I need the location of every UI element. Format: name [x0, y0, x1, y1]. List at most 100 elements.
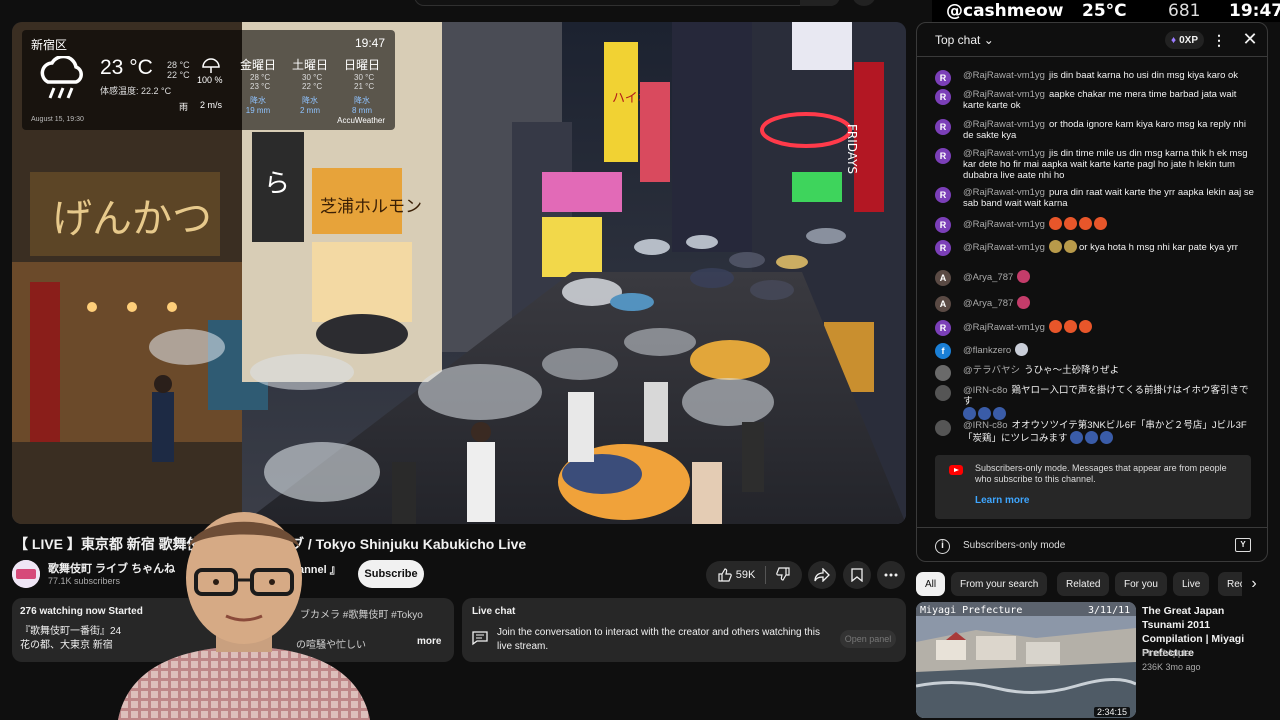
- chip-from-search[interactable]: From your search: [951, 572, 1048, 596]
- chat-author[interactable]: @RajRawat-vm1yg: [963, 148, 1045, 159]
- kiss-emoji-icon: [1017, 270, 1031, 283]
- close-chat-button[interactable]: ✕: [1241, 29, 1259, 49]
- share-button[interactable]: [808, 561, 836, 589]
- chat-author[interactable]: @RajRawat-vm1yg: [963, 219, 1045, 230]
- rain-cloud-emoji-icon: [1015, 343, 1029, 356]
- forecast-day-temps: 30 °C 21 °C: [354, 73, 388, 91]
- learn-more-link[interactable]: Learn more: [975, 495, 1029, 506]
- weather-high: 28 °C: [167, 60, 190, 70]
- chat-mode-label: Top chat: [935, 33, 981, 47]
- chat-avatar[interactable]: R: [935, 148, 951, 164]
- forecast-day-high: 28 °C: [250, 73, 271, 82]
- chat-message: A @Arya_787: [935, 270, 1255, 286]
- chat-avatar[interactable]: A: [935, 270, 951, 286]
- chat-author[interactable]: @flankzero: [963, 345, 1011, 356]
- chat-avatar[interactable]: A: [935, 296, 951, 312]
- chat-bubble-icon: [472, 631, 488, 646]
- umbrella-icon: [202, 58, 220, 73]
- thumbs-down-icon: [776, 566, 790, 581]
- chat-avatar[interactable]: R: [935, 119, 951, 135]
- emoji-toggle-icon[interactable]: Y: [1235, 538, 1251, 552]
- xp-value: 0XP: [1179, 34, 1199, 46]
- chat-avatar[interactable]: f: [935, 343, 951, 359]
- more-actions-button[interactable]: [877, 561, 905, 589]
- chat-author[interactable]: @RajRawat-vm1yg: [963, 322, 1045, 333]
- chat-avatar[interactable]: R: [935, 187, 951, 203]
- related-video-meta: 236K 3mo ago: [1142, 662, 1201, 672]
- related-video-duration: 2:34:15: [1094, 707, 1131, 717]
- chat-avatar[interactable]: R: [935, 217, 951, 233]
- detective-emoji-icon: [1063, 240, 1077, 253]
- thumbs-up-icon: [718, 568, 732, 582]
- forecast-day-name: 土曜日: [291, 58, 328, 72]
- chat-author[interactable]: @RajRawat-vm1yg: [963, 70, 1045, 81]
- forecast-day-high: 30 °C: [302, 73, 323, 82]
- related-video-channel[interactable]: Pined Apple: [1142, 648, 1190, 658]
- channel-avatar[interactable]: [12, 560, 40, 588]
- forecast-day-mm: 2 mm: [300, 106, 320, 115]
- weather-low: 22 °C: [167, 70, 190, 80]
- subscribers-only-label: Subscribers-only mode: [963, 540, 1066, 551]
- info-icon[interactable]: i: [935, 539, 950, 554]
- chat-author[interactable]: @IRN-c8o: [963, 420, 1008, 431]
- weather-brand: AccuWeather: [337, 116, 385, 125]
- chat-message: R @RajRawat-vm1yg or kya hota h msg nhi ka…: [935, 240, 1255, 256]
- live-chat-panel: Top chat ⌄ ♦ 0XP ⋮ ✕ R @RajRawat-vm1yg jis …: [916, 22, 1268, 562]
- stream-overlay-bar: @cashmeow 25°C 681 19:47: [932, 0, 1280, 22]
- angry-emoji-icon: [1063, 217, 1077, 230]
- thumb-label: Miyagi Prefecture: [920, 605, 1022, 616]
- chat-avatar[interactable]: R: [935, 70, 951, 86]
- angry-emoji-icon: [1078, 217, 1092, 230]
- share-icon: [814, 568, 830, 582]
- open-panel-button[interactable]: Open panel: [840, 630, 896, 648]
- video-player[interactable]: げんかつ ら 芝浦ホルモン ハイボ FRIDAYS 新宿区 19:47 23 °…: [12, 22, 906, 524]
- chat-menu-button[interactable]: ⋮: [1212, 31, 1226, 49]
- chip-live[interactable]: Live: [1173, 572, 1210, 596]
- police-emoji-icon: [1070, 431, 1084, 444]
- chat-author[interactable]: @Arya_787: [963, 298, 1013, 309]
- angry-emoji-icon: [1063, 320, 1077, 333]
- chips-next-button[interactable]: ›: [1242, 572, 1266, 596]
- chip-related[interactable]: Related: [1057, 572, 1110, 596]
- chat-avatar[interactable]: R: [935, 320, 951, 336]
- chip-for-you[interactable]: For you: [1115, 572, 1167, 596]
- forecast-day-low: 21 °C: [354, 82, 375, 91]
- forecast-day-name: 日曜日: [343, 58, 380, 72]
- angry-emoji-icon: [1048, 320, 1062, 333]
- chat-author[interactable]: @テラバヤシ: [963, 365, 1020, 376]
- detective-emoji-icon: [1048, 240, 1062, 253]
- overlay-handle: @cashmeow: [946, 1, 1064, 21]
- weather-wind: 2 m/s: [200, 100, 223, 110]
- youtube-icon: [949, 465, 963, 475]
- save-button[interactable]: [843, 561, 871, 589]
- chat-author[interactable]: @RajRawat-vm1yg: [963, 89, 1045, 100]
- chat-author[interactable]: @RajRawat-vm1yg: [963, 119, 1045, 130]
- chat-author[interactable]: @IRN-c8o: [963, 385, 1008, 396]
- angry-emoji-icon: [1093, 217, 1107, 230]
- chat-avatar[interactable]: [935, 385, 951, 401]
- weather-feels: 体感温度: 22.2 °C: [100, 86, 172, 96]
- chip-all[interactable]: All: [916, 572, 946, 596]
- chat-text: jis din baat karna ho usi din msg kiya k…: [1048, 70, 1239, 81]
- dislike-button[interactable]: [766, 566, 800, 584]
- chat-message: R @RajRawat-vm1yg: [935, 217, 1255, 233]
- voice-search-button[interactable]: [852, 0, 876, 6]
- chat-mode-dropdown[interactable]: Top chat ⌄: [935, 33, 994, 47]
- weather-hilo: 28 °C 22 °C: [167, 60, 190, 80]
- search-bar[interactable]: [414, 0, 840, 6]
- related-video-thumbnail[interactable]: Miyagi Prefecture 3/11/11: [916, 602, 1136, 718]
- rain-cloud-icon: [40, 56, 83, 99]
- chat-author[interactable]: @RajRawat-vm1yg: [963, 242, 1045, 253]
- chat-avatar[interactable]: R: [935, 89, 951, 105]
- chat-avatar[interactable]: [935, 420, 951, 436]
- description-more-link[interactable]: more: [417, 636, 441, 647]
- chat-avatar[interactable]: [935, 365, 951, 381]
- weather-time: 19:47: [354, 36, 385, 50]
- xp-badge[interactable]: ♦ 0XP: [1165, 31, 1205, 49]
- chat-avatar[interactable]: R: [935, 240, 951, 256]
- chat-author[interactable]: @Arya_787: [963, 272, 1013, 283]
- search-button[interactable]: [800, 0, 840, 6]
- chat-author[interactable]: @RajRawat-vm1yg: [963, 187, 1045, 198]
- overlay-time: 19:47: [1229, 1, 1280, 21]
- like-button[interactable]: 59K: [708, 566, 767, 584]
